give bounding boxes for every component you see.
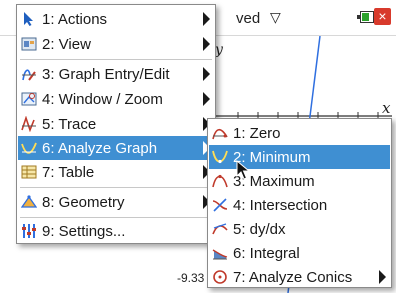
menu-item-label: 7: Table <box>42 163 95 181</box>
document-menu-caret-icon[interactable]: ▽ <box>270 9 281 26</box>
maximum-icon <box>212 173 228 189</box>
menu-item-label: 3: Graph Entry/Edit <box>42 65 170 83</box>
submenu-item-label: 4: Intersection <box>233 196 328 214</box>
trace-icon <box>21 116 37 132</box>
submenu-arrow-icon <box>203 67 210 81</box>
menu-item-table[interactable]: 7: Table <box>18 160 214 184</box>
submenu-item-analyze-conics[interactable]: 7: Analyze Conics <box>209 265 390 289</box>
menu-divider <box>20 217 212 218</box>
pointer-arrow-icon <box>21 11 37 27</box>
menu-item-geometry[interactable]: 8: Geometry <box>18 190 214 214</box>
submenu-arrow-icon <box>203 92 210 106</box>
menu-item-settings[interactable]: 9: Settings... <box>18 219 214 243</box>
y-axis-label: y <box>215 42 223 58</box>
x-min-value: -9.33 <box>177 271 205 285</box>
window-zoom-icon <box>21 91 37 107</box>
calculator-screen: y x -9.33 ved ▽ × 1: Actions 2: View 3: … <box>0 0 396 293</box>
submenu-arrow-icon <box>379 270 386 284</box>
menu-item-label: 8: Geometry <box>42 193 125 211</box>
analyze-graph-icon <box>21 140 37 156</box>
menu-divider <box>20 187 212 188</box>
close-icon[interactable]: × <box>374 8 391 25</box>
submenu-item-label: 5: dy/dx <box>233 220 286 238</box>
menu-item-analyze-graph[interactable]: 6: Analyze Graph <box>18 136 214 160</box>
minimum-icon <box>212 149 228 165</box>
submenu-item-label: 7: Analyze Conics <box>233 268 353 286</box>
menu-item-trace[interactable]: 5: Trace <box>18 112 214 136</box>
integral-icon <box>212 245 228 261</box>
graph-entry-icon <box>21 66 37 82</box>
dydx-icon <box>212 221 228 237</box>
menu-item-graph-entry[interactable]: 3: Graph Entry/Edit <box>18 62 214 86</box>
submenu-item-integral[interactable]: 6: Integral <box>209 241 390 265</box>
menu-item-window-zoom[interactable]: 4: Window / Zoom <box>18 87 214 111</box>
main-menu: 1: Actions 2: View 3: Graph Entry/Edit 4… <box>16 4 216 244</box>
submenu-arrow-icon <box>203 37 210 51</box>
menu-item-label: 2: View <box>42 35 91 53</box>
settings-icon <box>21 223 37 239</box>
battery-icon <box>357 11 374 23</box>
view-icon <box>21 36 37 52</box>
menu-item-label: 9: Settings... <box>42 222 126 240</box>
menu-item-label: 6: Analyze Graph <box>42 139 158 157</box>
submenu-item-label: 1: Zero <box>233 124 281 142</box>
menu-item-label: 5: Trace <box>42 115 97 133</box>
menu-item-actions[interactable]: 1: Actions <box>18 7 214 31</box>
mouse-pointer-icon <box>236 160 250 180</box>
submenu-item-zero[interactable]: 1: Zero <box>209 121 390 145</box>
x-axis-label: x <box>382 99 391 117</box>
document-title[interactable]: ved <box>236 10 260 27</box>
menu-divider <box>20 59 212 60</box>
intersection-icon <box>212 197 228 213</box>
submenu-arrow-icon <box>203 12 210 26</box>
geometry-icon <box>21 194 37 210</box>
zero-icon <box>212 125 228 141</box>
analyze-conics-icon <box>212 269 228 285</box>
submenu-item-intersection[interactable]: 4: Intersection <box>209 193 390 217</box>
table-icon <box>21 164 37 180</box>
menu-item-view[interactable]: 2: View <box>18 32 214 56</box>
analyze-graph-submenu: 1: Zero 2: Minimum 3: Maximum 4: Interse… <box>207 118 392 288</box>
menu-item-label: 1: Actions <box>42 10 108 28</box>
submenu-item-label: 6: Integral <box>233 244 300 262</box>
submenu-item-dydx[interactable]: 5: dy/dx <box>209 217 390 241</box>
menu-item-label: 4: Window / Zoom <box>42 90 163 108</box>
